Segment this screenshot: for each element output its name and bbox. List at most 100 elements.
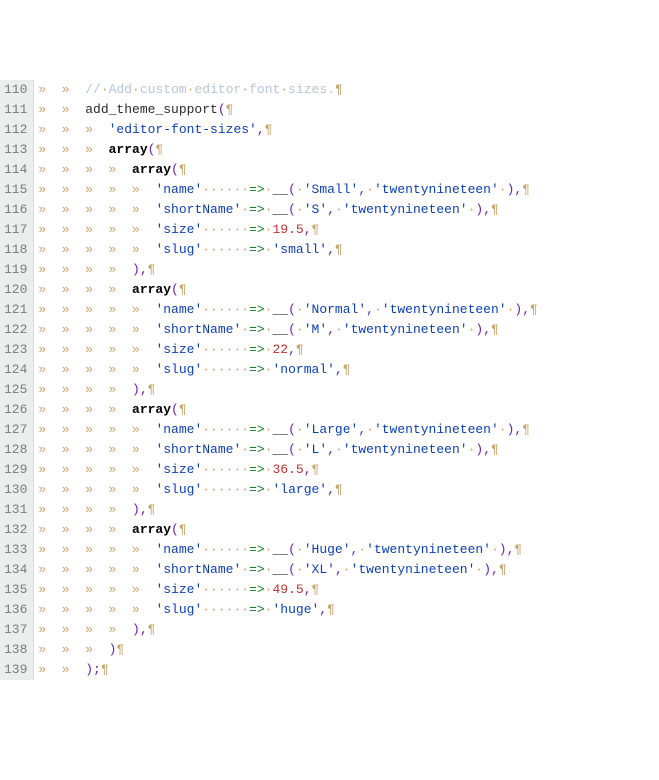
token-ws: » » » » » [38, 362, 155, 377]
line-number: 122 [4, 320, 27, 340]
token-pn: ( [171, 162, 179, 177]
token-str: 'Large' [304, 422, 359, 437]
token-str: 'S' [304, 202, 327, 217]
token-pn: ) [132, 262, 140, 277]
token-ws: ······ [202, 222, 249, 237]
code-editor[interactable]: 1101111121131141151161171181191201211221… [0, 80, 659, 680]
code-line[interactable]: » » » » » 'name'······=>·__(·'Huge',·'tw… [38, 540, 537, 560]
code-line[interactable]: » » add_theme_support(¶ [38, 100, 537, 120]
token-ws: · [296, 202, 304, 217]
token-str: 'shortName' [155, 442, 241, 457]
token-pn: , [491, 562, 499, 577]
code-line[interactable]: » » » » » 'shortName'·=>·__(·'L',·'twent… [38, 440, 537, 460]
code-line[interactable]: » » » 'editor-font-sizes',¶ [38, 120, 537, 140]
code-line[interactable]: » » //·Add·custom·editor·font·sizes.¶ [38, 80, 537, 100]
code-line[interactable]: » » » » » 'size'······=>·49.5,¶ [38, 580, 537, 600]
code-line[interactable]: » » » » » 'slug'······=>·'huge',¶ [38, 600, 537, 620]
code-line[interactable]: » » » » » 'size'······=>·36.5,¶ [38, 460, 537, 480]
code-line[interactable]: » » );¶ [38, 660, 537, 680]
token-op: => [249, 442, 265, 457]
token-ws: · [335, 202, 343, 217]
token-ws: · [499, 182, 507, 197]
token-ws: ······ [202, 602, 249, 617]
token-fn: __ [272, 422, 288, 437]
token-pn: , [522, 302, 530, 317]
token-ws: » » » » [38, 622, 132, 637]
code-area[interactable]: » » //·Add·custom·editor·font·sizes.¶» »… [34, 80, 537, 680]
code-line[interactable]: » » » » array(¶ [38, 280, 537, 300]
token-ws: ¶ [343, 362, 351, 377]
token-ws: ······ [202, 482, 249, 497]
token-ws: ······ [202, 182, 249, 197]
line-number: 134 [4, 560, 27, 580]
token-ws: » » » » [38, 402, 132, 417]
token-ws: · [335, 442, 343, 457]
code-line[interactable]: » » » » array(¶ [38, 520, 537, 540]
token-ws: · [265, 202, 273, 217]
token-pn: , [335, 562, 343, 577]
code-line[interactable]: » » » array(¶ [38, 140, 537, 160]
token-ws: ¶ [148, 622, 156, 637]
token-str: 'Huge' [304, 542, 351, 557]
token-pn: ) [109, 642, 117, 657]
code-line[interactable]: » » » » » 'slug'······=>·'large',¶ [38, 480, 537, 500]
code-line[interactable]: » » » » » 'size'······=>·22,¶ [38, 340, 537, 360]
token-str: 'huge' [272, 602, 319, 617]
token-ws: ¶ [312, 222, 320, 237]
token-str: 'twentynineteen' [374, 182, 499, 197]
line-number: 137 [4, 620, 27, 640]
token-ws: · [296, 542, 304, 557]
line-number: 130 [4, 480, 27, 500]
token-ws: ¶ [155, 142, 163, 157]
code-line[interactable]: » » » » » 'shortName'·=>·__(·'S',·'twent… [38, 200, 537, 220]
token-kw: array [132, 522, 171, 537]
code-line[interactable]: » » » » » 'shortName'·=>·__(·'M',·'twent… [38, 320, 537, 340]
token-str: 'size' [155, 582, 202, 597]
token-ws: ¶ [491, 202, 499, 217]
code-line[interactable]: » » » » array(¶ [38, 400, 537, 420]
token-pn: ( [288, 562, 296, 577]
token-str: 'XL' [304, 562, 335, 577]
token-op: => [249, 482, 265, 497]
code-line[interactable]: » » » )¶ [38, 640, 537, 660]
code-line[interactable]: » » » » ),¶ [38, 620, 537, 640]
token-str: 'size' [155, 342, 202, 357]
token-str: 'twentynineteen' [343, 202, 468, 217]
code-line[interactable]: » » » » ),¶ [38, 500, 537, 520]
code-line[interactable]: » » » » » 'size'······=>·19.5,¶ [38, 220, 537, 240]
line-number: 113 [4, 140, 27, 160]
code-line[interactable]: » » » » ),¶ [38, 260, 537, 280]
token-pn: , [358, 422, 366, 437]
code-line[interactable]: » » » » » 'name'······=>·__(·'Small',·'t… [38, 180, 537, 200]
token-pn: , [319, 602, 327, 617]
token-ws: · [296, 442, 304, 457]
line-number: 136 [4, 600, 27, 620]
token-ws: ······ [202, 302, 249, 317]
code-line[interactable]: » » » » » 'slug'······=>·'small',¶ [38, 240, 537, 260]
token-op: => [249, 182, 265, 197]
token-str: 'editor-font-sizes' [109, 122, 257, 137]
token-cmt: font [249, 82, 280, 97]
token-pn: ( [171, 282, 179, 297]
code-line[interactable]: » » » » » 'name'······=>·__(·'Normal',·'… [38, 300, 537, 320]
code-line[interactable]: » » » » » 'name'······=>·__(·'Large',·'t… [38, 420, 537, 440]
token-cmt: custom [140, 82, 187, 97]
code-line[interactable]: » » » » » 'shortName'·=>·__(·'XL',·'twen… [38, 560, 537, 580]
token-pn: ; [93, 662, 101, 677]
code-line[interactable]: » » » » array(¶ [38, 160, 537, 180]
token-ws: ¶ [179, 402, 187, 417]
token-kw: array [132, 402, 171, 417]
code-line[interactable]: » » » » » 'slug'······=>·'normal',¶ [38, 360, 537, 380]
token-ws: ¶ [499, 562, 507, 577]
token-cmt: sizes. [288, 82, 335, 97]
token-ws: ¶ [148, 262, 156, 277]
token-pn: , [483, 322, 491, 337]
token-ws: · [241, 562, 249, 577]
line-number: 112 [4, 120, 27, 140]
code-line[interactable]: » » » » ),¶ [38, 380, 537, 400]
token-ws: ······ [202, 462, 249, 477]
line-number-gutter: 1101111121131141151161171181191201211221… [0, 80, 34, 680]
token-str: 'name' [155, 302, 202, 317]
token-pn: , [140, 262, 148, 277]
token-num: 49.5 [272, 582, 303, 597]
